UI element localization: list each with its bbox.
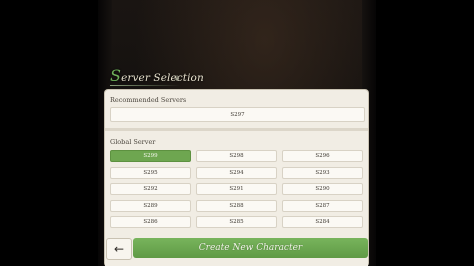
- server-name: S298: [229, 153, 244, 159]
- page-title: Server Selection ❦: [110, 66, 204, 88]
- server-button[interactable]: S290: [282, 183, 363, 195]
- server-button[interactable]: S293: [282, 166, 363, 179]
- server-name: S295: [143, 169, 158, 176]
- server-name: S285: [229, 219, 244, 225]
- title-ornament-icon: ❦: [174, 74, 181, 83]
- server-button[interactable]: S285: [196, 216, 277, 228]
- title-underline: [110, 85, 180, 86]
- title-text: erver Selection: [121, 72, 204, 84]
- title-initial: S: [110, 66, 122, 85]
- server-button[interactable]: S292: [110, 183, 191, 195]
- server-name: S289: [143, 202, 158, 209]
- server-name: S287: [315, 202, 330, 209]
- server-name: S286: [143, 219, 158, 225]
- server-button[interactable]: S286: [110, 216, 191, 228]
- create-button-label: Create New Character: [198, 243, 303, 253]
- server-button[interactable]: S294: [196, 166, 277, 179]
- global-server-grid: S299 S298 S296 S295 S294 S293 S292 S291 …: [110, 150, 364, 228]
- back-button[interactable]: ←: [106, 238, 132, 260]
- server-name: S292: [143, 186, 158, 192]
- server-name: S291: [229, 186, 244, 192]
- arrow-left-icon: ←: [113, 242, 125, 256]
- server-name: S293: [315, 169, 330, 176]
- recommended-servers-label: Recommended Servers: [110, 96, 187, 104]
- server-button-selected[interactable]: S299: [110, 150, 191, 162]
- server-button[interactable]: S295: [110, 166, 191, 179]
- server-button[interactable]: S291: [196, 183, 277, 195]
- global-server-label: Global Server: [110, 138, 156, 146]
- server-button[interactable]: S298: [196, 150, 277, 162]
- server-button[interactable]: S288: [196, 199, 277, 212]
- server-name: S297: [230, 111, 245, 118]
- recommended-server-button[interactable]: S297: [110, 107, 365, 122]
- section-divider: [105, 128, 368, 131]
- server-name: S288: [229, 202, 244, 209]
- server-name: S284: [315, 219, 330, 225]
- server-name: S294: [229, 169, 244, 176]
- server-button[interactable]: S296: [282, 150, 363, 162]
- server-button[interactable]: S284: [282, 216, 363, 228]
- server-name: S290: [315, 186, 330, 192]
- server-name: S296: [315, 153, 330, 159]
- server-button[interactable]: S289: [110, 199, 191, 212]
- server-name: S299: [143, 153, 158, 159]
- server-button[interactable]: S287: [282, 199, 363, 212]
- create-new-character-button[interactable]: Create New Character: [133, 238, 368, 258]
